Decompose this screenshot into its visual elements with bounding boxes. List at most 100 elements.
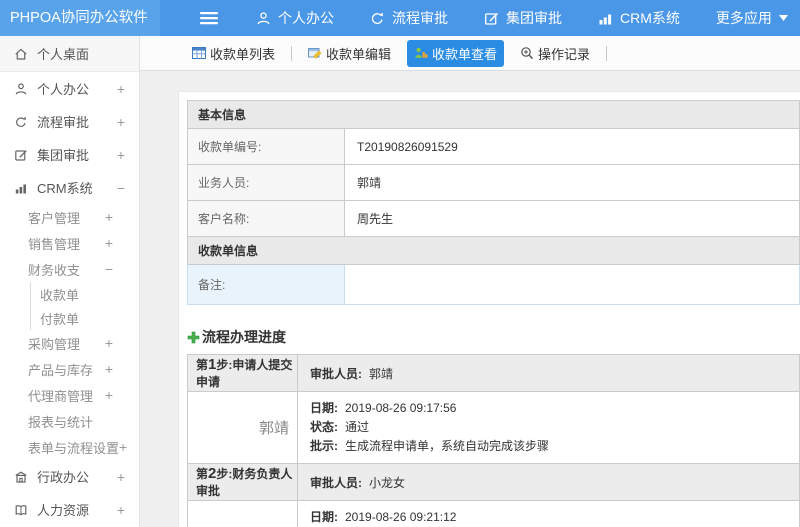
tab-label: 收款单编辑 [326,46,392,62]
expand-plus-icon[interactable]: + [117,81,125,97]
expand-plus-icon[interactable]: + [105,335,113,351]
sidebar-item-label: 财务收支 [28,262,81,278]
field-value: 周先生 [344,200,800,237]
sidebar-item-label: CRM系统 [37,181,93,196]
approver-name: 郭靖 [187,391,298,464]
field-label: 备注: [187,264,345,305]
expand-plus-icon[interactable]: + [117,114,125,130]
workflow-table: 第1步:申请人提交申请 审批人员: 郭靖 郭靖 日期: 2019-08-26 09:… [187,354,800,527]
menu-label: 集团审批 [506,10,562,26]
menu-label: CRM系统 [620,10,680,26]
tab-receipt-edit[interactable]: 收款单编辑 [301,40,398,67]
sidebar-item-finance[interactable]: 财务收支 − [0,256,139,282]
field-value: 郭靖 [344,164,800,201]
tab-label: 操作记录 [538,46,591,62]
sidebar-item-label: 人力资源 [37,503,90,518]
step-name: 第2步:财务负责人审批 [187,463,298,501]
step-fields: 日期: 2019-08-26 09:17:56 状态: 通过 批示: 生成流程申请单，… [297,391,800,464]
section-title: 基本信息 [187,100,800,129]
sidebar-item-customer-mgmt[interactable]: 客户管理 + [0,204,139,230]
menu-group-approval[interactable]: 集团审批 [484,8,562,28]
hamburger-menu-icon[interactable] [200,11,218,25]
edit-icon [14,148,29,162]
field-label: 收款单编号: [187,128,345,165]
top-menu: 个人办公 流程审批 集团审批 CRM系统 更多应用 [256,8,788,28]
tab-separator [606,45,608,61]
sidebar-item-receipt[interactable]: 收款单 [31,282,139,306]
sidebar-item-admin-office[interactable]: 行政办公 + [0,460,139,493]
workflow-step-header: 第2步:财务负责人审批 审批人员: 小龙女 [187,463,800,501]
tab-label: 收款单列表 [210,46,276,62]
field-label: 客户名称: [187,200,345,237]
expand-plus-icon[interactable]: + [119,439,127,455]
sidebar-item-label: 销售管理 [28,236,81,252]
menu-label: 更多应用 [715,10,772,26]
zoom-in-icon [520,46,534,60]
app-logo: PHPOA协同办公软件 [0,0,160,36]
comment-line: 批示: 生成流程申请单，系统自动完成该步骤 [310,439,550,453]
topbar: PHPOA协同办公软件 个人办公 流程审批 集团审批 CRM系统 更多应用 [0,0,800,36]
tab-receipt-view[interactable]: 收款单查看 [407,39,505,67]
home-icon [14,47,29,61]
menu-personal-office[interactable]: 个人办公 [256,8,334,28]
user-icon [256,11,271,26]
table-icon [192,46,206,60]
tab-receipt-list[interactable]: 收款单列表 [185,40,282,67]
book-icon [14,503,29,517]
field-value: T20190826091529 [344,128,800,165]
expand-plus-icon[interactable]: + [105,209,113,225]
menu-label: 流程审批 [392,10,448,26]
sidebar-item-products-inventory[interactable]: 产品与库存 + [0,356,139,382]
workflow-step-detail: 小龙女 日期:2019-08-26 09:21:12 状态:结束 批示:通过 [187,500,800,527]
caret-down-icon [778,15,788,21]
edit-icon [484,11,499,26]
collapse-minus-icon[interactable]: − [117,180,125,196]
sidebar-item-agent-mgmt[interactable]: 代理商管理 + [0,382,139,408]
sidebar-item-label: 付款单 [40,311,80,327]
main-content: 收款单列表 收款单编辑 收款单查看 操作记录 基本信息 收款单编号: T2019… [140,36,800,527]
building-icon [14,470,29,484]
workflow-title-text: 流程办理进度 [202,329,286,345]
expand-plus-icon[interactable]: + [105,361,113,377]
sidebar-item-group-approval[interactable]: 集团审批 + [0,138,139,171]
step-approver: 审批人员: 小龙女 [297,463,800,501]
content-panel: 基本信息 收款单编号: T20190826091529 业务人员: 郭靖 客户名… [178,91,800,527]
sidebar-item-label: 表单与流程设置 [28,440,120,456]
tab-separator [291,45,293,61]
expand-plus-icon[interactable]: + [117,502,125,518]
sidebar-item-label: 集团审批 [37,148,90,163]
expand-plus-icon[interactable]: + [117,469,125,485]
sidebar-item-label: 个人桌面 [37,47,90,62]
user-icon [14,82,29,96]
step-fields: 日期:2019-08-26 09:21:12 状态:结束 批示:通过 [297,500,800,527]
menu-crm[interactable]: CRM系统 [598,8,680,28]
sidebar: 个人桌面 个人办公 + 流程审批 + 集团审批 + CRM系统 − 客户管理 +… [0,36,140,527]
sidebar-item-personal-desktop[interactable]: 个人桌面 [0,36,139,72]
field-label: 业务人员: [187,164,345,201]
sidebar-item-personal-office[interactable]: 个人办公 + [0,72,139,105]
sidebar-item-reports[interactable]: 报表与统计 [0,408,139,434]
section-title: 收款单信息 [187,236,800,265]
sidebar-item-workflow-approval[interactable]: 流程审批 + [0,105,139,138]
remark-row: 备注: [187,264,800,305]
tab-operation-log[interactable]: 操作记录 [513,40,597,67]
sidebar-item-sales-mgmt[interactable]: 销售管理 + [0,230,139,256]
collapse-minus-icon[interactable]: − [105,261,113,277]
sidebar-item-crm[interactable]: CRM系统 − [0,171,139,204]
expand-plus-icon[interactable]: + [105,235,113,251]
date-line: 日期: 2019-08-26 09:17:56 [310,401,457,415]
sidebar-item-label: 行政办公 [37,470,90,485]
sidebar-item-hr[interactable]: 人力资源 + [0,493,139,526]
menu-workflow-approval[interactable]: 流程审批 [370,8,448,28]
menu-more-apps[interactable]: 更多应用 [716,8,788,28]
sidebar-item-purchase[interactable]: 采购管理 + [0,330,139,356]
sidebar-subtree: 收款单 付款单 [30,282,139,330]
sidebar-item-form-workflow-settings[interactable]: 表单与流程设置 + [0,434,139,460]
expand-plus-icon[interactable]: + [105,387,113,403]
sidebar-item-payment[interactable]: 付款单 [31,306,139,330]
sidebar-item-label: 代理商管理 [28,388,94,404]
expand-plus-icon[interactable]: + [117,147,125,163]
sidebar-item-label: 客户管理 [28,210,81,226]
green-plus-icon [187,331,200,344]
edit-doc-icon [308,46,322,60]
